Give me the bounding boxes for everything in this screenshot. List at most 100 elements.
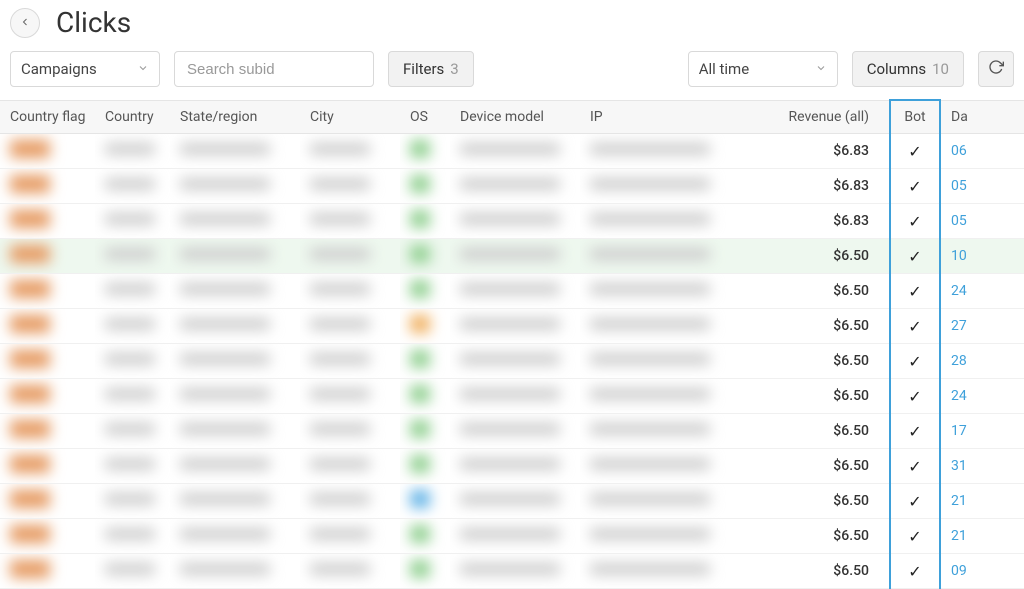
chevron-down-icon xyxy=(815,60,827,78)
columns-label: Columns xyxy=(867,60,926,78)
bot-cell: ✓ xyxy=(890,239,940,274)
blurred-text xyxy=(590,563,710,575)
revenue-cell: $6.50 xyxy=(760,274,890,309)
country-flag xyxy=(10,175,50,193)
col-state-region[interactable]: State/region xyxy=(170,100,300,134)
blurred-text xyxy=(105,178,155,190)
blurred-text xyxy=(590,178,710,190)
bot-cell: ✓ xyxy=(890,204,940,239)
blurred-text xyxy=(180,248,270,260)
table-row[interactable]: $6.50✓31 xyxy=(0,449,1024,484)
blurred-text xyxy=(460,528,560,540)
os-icon xyxy=(410,210,430,228)
blurred-text xyxy=(460,458,560,470)
country-flag xyxy=(10,525,50,543)
os-icon xyxy=(410,315,430,333)
col-ip[interactable]: IP xyxy=(580,100,760,134)
revenue-cell: $6.50 xyxy=(760,449,890,484)
bot-cell: ✓ xyxy=(890,274,940,309)
blurred-text xyxy=(590,458,710,470)
date-cell: 17 xyxy=(940,414,1024,449)
os-icon xyxy=(410,385,430,403)
refresh-button[interactable] xyxy=(978,51,1014,87)
table-row[interactable]: $6.50✓21 xyxy=(0,484,1024,519)
country-flag xyxy=(10,350,50,368)
blurred-text xyxy=(105,493,155,505)
revenue-cell: $6.50 xyxy=(760,484,890,519)
timerange-dropdown[interactable]: All time xyxy=(688,51,838,87)
bot-cell: ✓ xyxy=(890,309,940,344)
columns-button[interactable]: Columns 10 xyxy=(852,51,964,87)
blurred-text xyxy=(460,248,560,260)
blurred-text xyxy=(105,248,155,260)
blurred-text xyxy=(310,248,370,260)
col-country[interactable]: Country xyxy=(95,100,170,134)
blurred-text xyxy=(590,318,710,330)
table-row[interactable]: $6.50✓24 xyxy=(0,274,1024,309)
blurred-text xyxy=(460,213,560,225)
bot-cell: ✓ xyxy=(890,414,940,449)
os-icon xyxy=(410,420,430,438)
os-icon xyxy=(410,245,430,263)
filters-button[interactable]: Filters 3 xyxy=(388,51,474,87)
country-flag xyxy=(10,490,50,508)
page-title: Clicks xyxy=(56,6,131,39)
blurred-text xyxy=(590,423,710,435)
table-row[interactable]: $6.50✓10 xyxy=(0,239,1024,274)
table-row[interactable]: $6.83✓05 xyxy=(0,169,1024,204)
blurred-text xyxy=(310,388,370,400)
blurred-text xyxy=(460,318,560,330)
bot-cell: ✓ xyxy=(890,449,940,484)
os-icon xyxy=(410,280,430,298)
bot-cell: ✓ xyxy=(890,519,940,554)
blurred-text xyxy=(590,353,710,365)
blurred-text xyxy=(105,423,155,435)
os-icon xyxy=(410,490,430,508)
date-cell: 24 xyxy=(940,274,1024,309)
table-row[interactable]: $6.50✓24 xyxy=(0,379,1024,414)
blurred-text xyxy=(105,213,155,225)
blurred-text xyxy=(180,178,270,190)
country-flag xyxy=(10,280,50,298)
col-country-flag[interactable]: Country flag xyxy=(0,100,95,134)
date-cell: 24 xyxy=(940,379,1024,414)
filters-label: Filters xyxy=(403,60,444,78)
col-city[interactable]: City xyxy=(300,100,400,134)
date-cell: 27 xyxy=(940,309,1024,344)
col-os[interactable]: OS xyxy=(400,100,450,134)
revenue-cell: $6.50 xyxy=(760,519,890,554)
blurred-text xyxy=(105,353,155,365)
blurred-text xyxy=(590,248,710,260)
chevron-left-icon xyxy=(19,13,31,32)
bot-cell: ✓ xyxy=(890,134,940,169)
blurred-text xyxy=(590,143,710,155)
blurred-text xyxy=(310,423,370,435)
table-row[interactable]: $6.50✓28 xyxy=(0,344,1024,379)
col-bot[interactable]: Bot xyxy=(890,100,940,134)
col-revenue[interactable]: Revenue (all) xyxy=(760,100,890,134)
table-row[interactable]: $6.50✓21 xyxy=(0,519,1024,554)
blurred-text xyxy=(460,353,560,365)
table-row[interactable]: $6.50✓17 xyxy=(0,414,1024,449)
table-row[interactable]: $6.50✓27 xyxy=(0,309,1024,344)
bot-cell: ✓ xyxy=(890,169,940,204)
col-device-model[interactable]: Device model xyxy=(450,100,580,134)
refresh-icon xyxy=(988,59,1004,79)
blurred-text xyxy=(105,388,155,400)
search-subid-input[interactable] xyxy=(174,51,374,87)
blurred-text xyxy=(310,493,370,505)
col-date[interactable]: Da xyxy=(940,100,1024,134)
revenue-cell: $6.83 xyxy=(760,169,890,204)
blurred-text xyxy=(105,283,155,295)
revenue-cell: $6.50 xyxy=(760,414,890,449)
country-flag xyxy=(10,385,50,403)
campaigns-dropdown[interactable]: Campaigns xyxy=(10,51,160,87)
blurred-text xyxy=(590,493,710,505)
table-row[interactable]: $6.83✓06 xyxy=(0,134,1024,169)
back-button[interactable] xyxy=(10,8,40,38)
os-icon xyxy=(410,560,430,578)
blurred-text xyxy=(180,528,270,540)
revenue-cell: $6.83 xyxy=(760,204,890,239)
date-cell: 10 xyxy=(940,239,1024,274)
table-row[interactable]: $6.83✓05 xyxy=(0,204,1024,239)
